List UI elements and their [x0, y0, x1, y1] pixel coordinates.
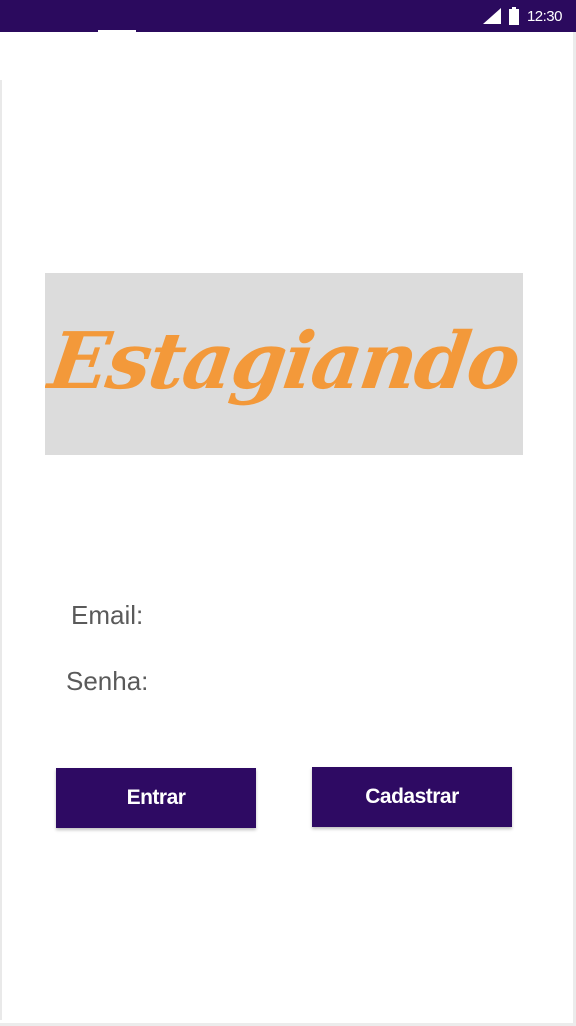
app-screen: 12:30 Estagiando Email: Senha: Entrar Ca…: [0, 0, 576, 1026]
register-button[interactable]: Cadastrar: [312, 767, 512, 827]
tab-indicator: [98, 30, 136, 34]
signal-icon: [482, 8, 501, 24]
screen-edge-left: [0, 80, 2, 1020]
status-bar: 12:30: [0, 0, 576, 34]
clock: 12:30: [526, 7, 563, 25]
login-button[interactable]: Entrar: [56, 768, 256, 828]
password-label: Senha:: [66, 666, 149, 696]
battery-icon: [508, 7, 519, 25]
email-label: Email:: [71, 600, 144, 630]
status-icons: 12:30: [482, 0, 563, 32]
app-logo: Estagiando: [45, 273, 523, 455]
app-logo-text: Estagiando: [45, 315, 523, 407]
